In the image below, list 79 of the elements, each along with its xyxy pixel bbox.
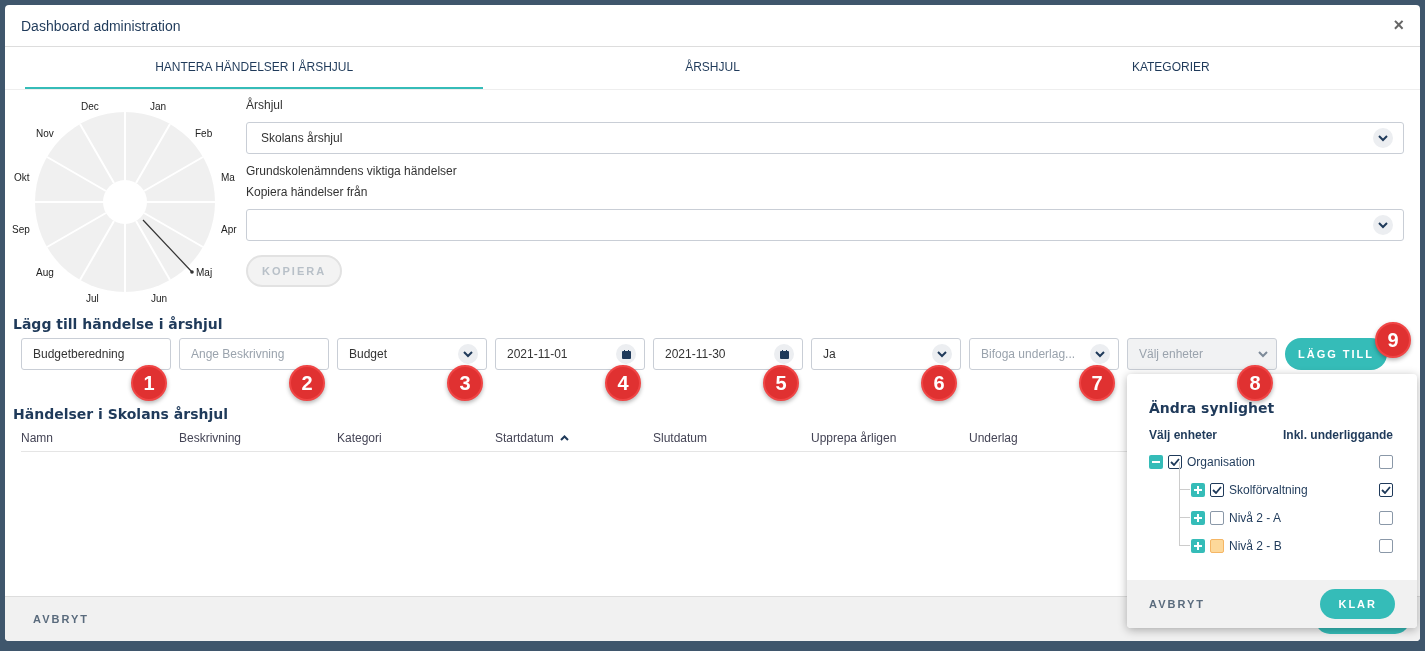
column-header: Välj enheter xyxy=(1149,428,1218,442)
collapse-icon[interactable] xyxy=(1149,455,1163,469)
chevron-down-icon xyxy=(1378,221,1388,229)
unit-label: Nivå 2 - B xyxy=(1229,539,1283,553)
month-label: Apr xyxy=(221,224,237,235)
description-text: Grundskolenämndens viktiga händelser xyxy=(246,164,457,178)
cancel-button[interactable]: AVBRYT xyxy=(1149,598,1205,610)
month-label: Dec xyxy=(81,101,99,112)
date-field[interactable]: 2021-11-01 xyxy=(495,338,645,370)
text-field[interactable]: Budgetberedning xyxy=(21,338,171,370)
column-header[interactable]: Slutdatum xyxy=(653,431,811,445)
month-label: Jun xyxy=(151,293,168,304)
checkbox[interactable] xyxy=(1379,483,1393,497)
month-label: Sep xyxy=(12,224,30,235)
section-title: Lägg till händelse i årshjul xyxy=(13,316,223,332)
chevron-down-icon xyxy=(937,350,947,358)
checkbox[interactable] xyxy=(1210,483,1224,497)
select-field[interactable]: Budget xyxy=(337,338,487,370)
month-label: Aug xyxy=(36,267,54,278)
tree-connector xyxy=(1179,490,1190,518)
number-badge: 9 xyxy=(1375,322,1411,358)
date-field[interactable]: 2021-11-30 xyxy=(653,338,803,370)
expand-icon[interactable] xyxy=(1191,483,1205,497)
checkbox[interactable] xyxy=(1210,511,1224,525)
number-badge: 6 xyxy=(921,365,957,401)
month-label: Jul xyxy=(86,293,99,304)
tab[interactable]: ÅRSHJUL xyxy=(483,47,942,89)
select-field[interactable]: Skolans årshjul xyxy=(246,122,1404,154)
check-icon xyxy=(1170,458,1180,466)
number-badge: 5 xyxy=(763,365,799,401)
column-header[interactable]: Kategori xyxy=(337,431,495,445)
check-icon xyxy=(1212,486,1222,494)
number-badge: 1 xyxy=(131,365,167,401)
month-label: Jan xyxy=(150,101,167,112)
checkbox[interactable] xyxy=(1379,539,1393,553)
tab[interactable]: KATEGORIER xyxy=(941,47,1400,89)
chevron-down-icon xyxy=(1095,350,1105,358)
field-label: Årshjul xyxy=(246,98,283,112)
column-header[interactable]: Namn xyxy=(21,431,179,445)
chevron-down-icon xyxy=(1258,350,1268,358)
month-label: Maj xyxy=(196,267,213,278)
chevron-down-icon xyxy=(463,350,473,358)
number-badge: 7 xyxy=(1079,365,1115,401)
month-label: Feb xyxy=(195,128,213,139)
column-header[interactable]: Beskrivning xyxy=(179,431,337,445)
number-badge: 4 xyxy=(605,365,641,401)
column-header[interactable]: Underlag xyxy=(969,431,1127,445)
month-label: Okt xyxy=(14,172,30,183)
close-button[interactable]: × xyxy=(1393,15,1404,36)
unit-label: Nivå 2 - A xyxy=(1229,511,1283,525)
number-badge: 2 xyxy=(289,365,325,401)
check-icon xyxy=(1381,486,1391,494)
column-header: Inkl. underliggande xyxy=(1283,428,1393,442)
checkbox[interactable] xyxy=(1379,455,1393,469)
cancel-button[interactable]: AVBRYT xyxy=(33,613,89,625)
expand-icon[interactable] xyxy=(1191,539,1205,553)
chevron-down-icon xyxy=(1378,134,1388,142)
popup-title: Ändra synlighet xyxy=(1149,400,1276,416)
number-badge: 3 xyxy=(447,365,483,401)
calendar-icon xyxy=(779,349,789,359)
checkbox[interactable] xyxy=(1379,511,1393,525)
clock-hand xyxy=(142,219,194,274)
tree-connector xyxy=(1179,518,1190,546)
section-title: Händelser i Skolans årshjul xyxy=(13,406,228,422)
checkbox[interactable] xyxy=(1168,455,1182,469)
select-field[interactable] xyxy=(246,209,1404,241)
window-title: Dashboard administration xyxy=(21,17,181,34)
calendar-icon xyxy=(621,349,631,359)
sort-up-icon xyxy=(559,435,569,441)
field-label: Kopiera händelser från xyxy=(246,185,368,199)
month-label: Nov xyxy=(36,128,54,139)
unit-label: Organisation xyxy=(1187,455,1257,469)
column-header[interactable]: Startdatum xyxy=(495,431,653,445)
select-field[interactable]: Ja xyxy=(811,338,961,370)
column-header[interactable]: Upprepa årligen xyxy=(811,431,969,445)
expand-icon[interactable] xyxy=(1191,511,1205,525)
month-label: Ma xyxy=(221,172,235,183)
unit-label: Skolförvaltning xyxy=(1229,483,1309,497)
tab[interactable]: HANTERA HÄNDELSER I ÅRSHJUL xyxy=(25,47,484,89)
